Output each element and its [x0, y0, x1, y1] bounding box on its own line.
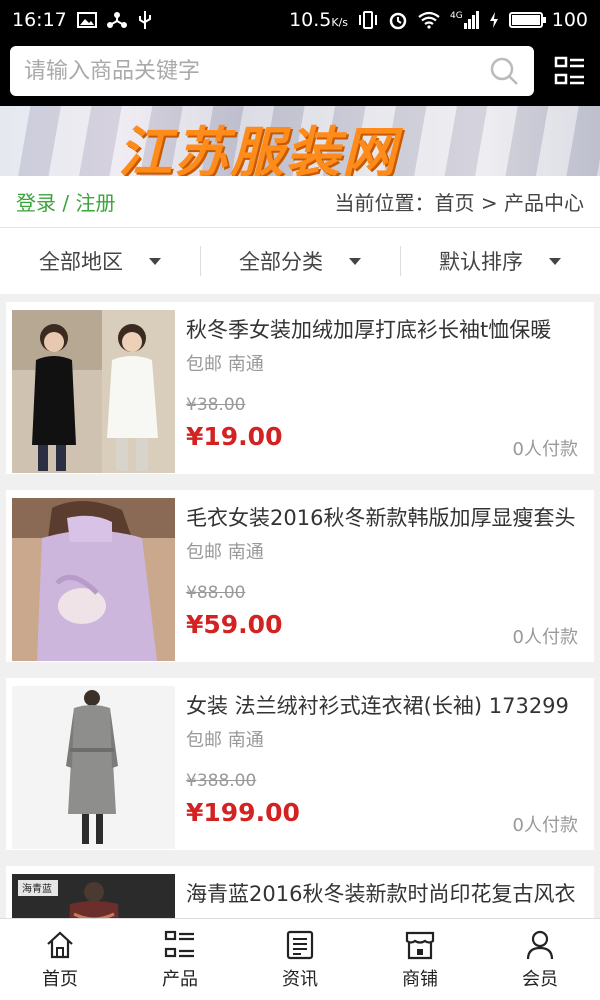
product-image[interactable]: [12, 686, 175, 849]
menu-grid-icon[interactable]: [554, 56, 586, 88]
wifi-icon: [418, 11, 440, 29]
product-title[interactable]: 海青蓝2016秋冬装新款时尚印花复古风衣: [186, 878, 581, 908]
alarm-icon: [389, 12, 407, 30]
nav-label: 资讯: [282, 968, 318, 990]
product-title[interactable]: 毛衣女装2016秋冬新款韩版加厚显瘦套头: [186, 502, 581, 532]
shop-icon: [405, 931, 435, 959]
image-icon: [76, 12, 97, 28]
product-city: 南通: [227, 730, 264, 751]
product-city: 南通: [227, 542, 264, 563]
network-type: 4G: [450, 11, 463, 21]
list-icon: [164, 930, 194, 957]
product-image[interactable]: 海青蓝: [12, 874, 175, 918]
bottom-nav: 首页 产品 资讯 商铺 会员: [0, 918, 600, 1000]
payment-count: 0人付款: [512, 627, 578, 648]
breadcrumb: 当前位置：首页 > 产品中心: [334, 191, 584, 215]
caret-down-icon: [549, 257, 561, 265]
nav-item-products[interactable]: 产品: [120, 919, 240, 1000]
shipping-label: 包邮: [186, 542, 222, 563]
charging-icon: [489, 12, 498, 28]
product-image[interactable]: [12, 310, 175, 473]
signal-icon: 4G: [450, 11, 479, 29]
payment-count: 0人付款: [512, 439, 578, 460]
nav-item-news[interactable]: 资讯: [240, 919, 360, 1000]
header: [0, 40, 600, 106]
payment-count: 0人付款: [512, 815, 578, 836]
speed-value: 10.5: [289, 9, 332, 31]
filter-sort[interactable]: 默认排序: [400, 228, 600, 294]
nav-item-shop[interactable]: 商铺: [360, 919, 480, 1000]
product-card[interactable]: 毛衣女装2016秋冬新款韩版加厚显瘦套头 包邮 南通 ¥88.00 ¥59.00…: [6, 490, 594, 662]
battery-icon: [508, 12, 546, 28]
banner-title: 江苏服装网: [118, 121, 398, 176]
thumb-tag: 海青蓝: [22, 882, 52, 895]
filter-region-label: 全部地区: [39, 250, 123, 274]
filter-sort-label: 默认排序: [439, 250, 523, 274]
search-input[interactable]: [24, 58, 488, 84]
shipping-label: 包邮: [186, 354, 222, 375]
status-bar: 16:17 10.5K/s 4G 100: [0, 0, 600, 40]
product-city: 南通: [227, 354, 264, 375]
filter-category-label: 全部分类: [239, 250, 323, 274]
login-register-link[interactable]: 登录 / 注册: [16, 187, 115, 216]
product-card[interactable]: 海青蓝 海青蓝2016秋冬装新款时尚印花复古风衣 包邮 南通: [6, 866, 594, 918]
filter-bar: 全部地区 全部分类 默认排序: [0, 228, 600, 294]
share-icon: [106, 12, 127, 28]
home-icon: [47, 931, 73, 958]
battery-level: 100: [551, 9, 588, 31]
usb-icon: [138, 11, 151, 29]
caret-down-icon: [349, 257, 361, 265]
nav-label: 会员: [522, 968, 558, 990]
product-title[interactable]: 秋冬季女装加绒加厚打底衫长袖t恤保暖: [186, 314, 581, 344]
original-price: ¥88.00: [186, 583, 246, 603]
sale-price: ¥59.00: [186, 610, 283, 639]
original-price: ¥388.00: [186, 771, 257, 791]
shipping-label: 包邮: [186, 730, 222, 751]
news-icon: [286, 930, 314, 959]
nav-item-member[interactable]: 会员: [480, 919, 600, 1000]
vibrate-icon: [359, 11, 378, 29]
nav-item-home[interactable]: 首页: [0, 919, 120, 1000]
breadcrumb-row: 登录 / 注册 当前位置：首页 > 产品中心: [0, 176, 600, 228]
sale-price: ¥199.00: [186, 798, 300, 827]
filter-category[interactable]: 全部分类: [200, 228, 400, 294]
search-box[interactable]: [10, 46, 534, 96]
user-icon: [526, 930, 554, 959]
product-title[interactable]: 女装 法兰绒衬衫式连衣裙(长袖) 173299: [186, 690, 581, 720]
product-meta: 包邮 南通: [186, 538, 264, 564]
caret-down-icon: [149, 257, 161, 265]
filter-region[interactable]: 全部地区: [0, 228, 200, 294]
banner[interactable]: 江苏服装网: [0, 106, 600, 176]
product-card[interactable]: 女装 法兰绒衬衫式连衣裙(长袖) 173299 包邮 南通 ¥388.00 ¥1…: [6, 678, 594, 850]
status-time: 16:17: [12, 9, 67, 31]
battery-fill: [511, 15, 540, 25]
nav-label: 产品: [162, 968, 198, 990]
product-meta: 包邮 南通: [186, 726, 264, 752]
speed-unit: K/s: [331, 16, 349, 29]
search-icon[interactable]: [488, 55, 520, 87]
nav-label: 首页: [42, 968, 78, 990]
product-meta: 包邮 南通: [186, 350, 264, 376]
original-price: ¥38.00: [186, 395, 246, 415]
nav-label: 商铺: [402, 968, 438, 990]
product-card[interactable]: 秋冬季女装加绒加厚打底衫长袖t恤保暖 包邮 南通 ¥38.00 ¥19.00 0…: [6, 302, 594, 474]
product-image[interactable]: [12, 498, 175, 661]
network-speed: 10.5K/s: [289, 9, 348, 31]
product-list[interactable]: 秋冬季女装加绒加厚打底衫长袖t恤保暖 包邮 南通 ¥38.00 ¥19.00 0…: [0, 294, 600, 918]
sale-price: ¥19.00: [186, 422, 283, 451]
